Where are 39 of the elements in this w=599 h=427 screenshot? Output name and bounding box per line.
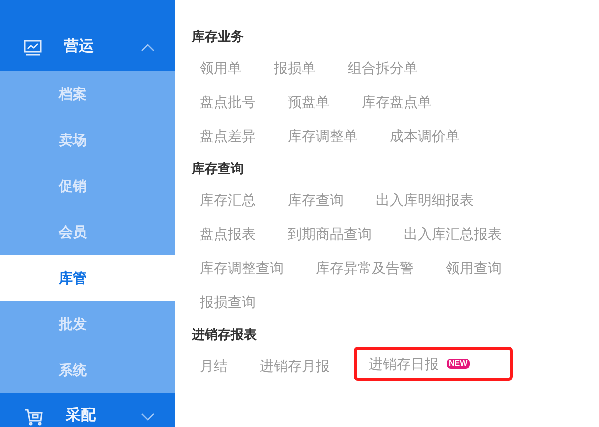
section-heading: 进销存报表 [192,326,258,344]
menu-link[interactable]: 报损查询 [192,285,264,319]
sidebar-item[interactable]: 系统 [0,347,175,393]
sidebar-item[interactable]: 会员 [0,209,175,255]
sidebar-item[interactable]: 卖场 [0,117,175,163]
menu-link[interactable]: 库存汇总 [192,183,264,217]
new-badge: NEW [447,359,470,369]
cart-icon [24,408,44,426]
chevron-down-icon [141,412,155,420]
sidebar-group-header[interactable]: 营运 [0,24,175,71]
menu-link[interactable]: 进销存月报 [252,349,338,383]
sidebar-item[interactable]: 库管 [0,255,175,301]
menu-link[interactable]: 进销存日报 NEW [354,347,513,381]
menu-link[interactable]: 库存异常及告警 [308,251,422,285]
menu-link[interactable]: 领用单 [192,51,250,85]
menu-link[interactable]: 组合拆分单 [340,51,426,85]
section-heading: 库存业务 [192,28,245,46]
monitor-chart-icon [24,40,42,56]
menu-link[interactable]: 库存调整单 [280,119,366,153]
menu-link[interactable]: 成本调价单 [382,119,468,153]
menu-link[interactable]: 盘点差异 [192,119,264,153]
menu-link[interactable]: 盘点报表 [192,217,264,251]
menu-link[interactable]: 预盘单 [280,85,338,119]
sidebar-item[interactable]: 档案 [0,71,175,117]
menu-link[interactable]: 月结 [192,349,236,383]
menu-link[interactable]: 报损单 [266,51,324,85]
sidebar-group-header[interactable]: 采配 [0,393,175,427]
menu-link[interactable]: 出入库明细报表 [368,183,482,217]
sidebar-item[interactable]: 批发 [0,301,175,347]
section-heading: 库存查询 [192,160,245,178]
menu-link[interactable]: 库存调整查询 [192,251,292,285]
sidebar-item[interactable]: 促销 [0,163,175,209]
chevron-up-icon [141,44,155,52]
menu-link[interactable]: 库存查询 [280,183,352,217]
menu-link[interactable]: 库存盘点单 [354,85,440,119]
menu-link[interactable]: 领用查询 [438,251,510,285]
menu-link[interactable]: 出入库汇总报表 [396,217,510,251]
menu-link[interactable]: 到期商品查询 [280,217,380,251]
menu-link[interactable]: 盘点批号 [192,85,264,119]
